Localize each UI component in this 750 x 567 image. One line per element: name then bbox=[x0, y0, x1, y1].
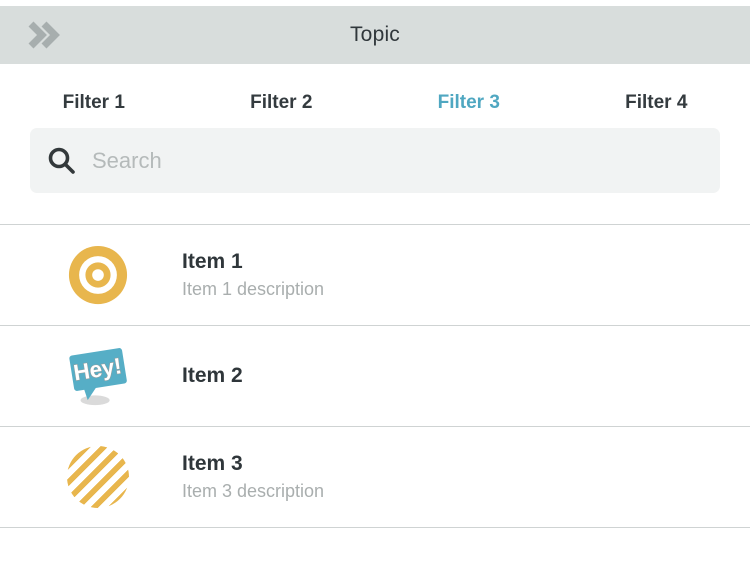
item-list: Item 1 Item 1 description Hey! Item 2 It… bbox=[0, 224, 750, 528]
striped-circle-icon bbox=[66, 445, 130, 509]
section-gap bbox=[0, 193, 750, 224]
item-title: Item 3 bbox=[182, 452, 324, 476]
item-description: Item 1 description bbox=[182, 279, 324, 300]
filter-tab-1[interactable]: Filter 1 bbox=[0, 92, 188, 114]
filter-tab-2[interactable]: Filter 2 bbox=[188, 92, 376, 114]
page-title: Topic bbox=[350, 23, 400, 47]
search-icon bbox=[47, 146, 77, 176]
list-item[interactable]: Item 3 Item 3 description bbox=[0, 427, 750, 528]
hey-speech-bubble-icon: Hey! bbox=[66, 344, 130, 408]
item-description: Item 3 description bbox=[182, 481, 324, 502]
footer-space bbox=[0, 528, 750, 567]
item-title: Item 1 bbox=[182, 250, 324, 274]
double-chevron-right-icon bbox=[28, 21, 62, 49]
header-bar: Topic bbox=[0, 6, 750, 64]
target-icon bbox=[66, 243, 130, 307]
filter-tabs: Filter 1 Filter 2 Filter 3 Filter 4 bbox=[0, 64, 750, 128]
list-item[interactable]: Item 1 Item 1 description bbox=[0, 225, 750, 326]
filter-tab-3[interactable]: Filter 3 bbox=[375, 92, 563, 114]
filter-tab-4[interactable]: Filter 4 bbox=[563, 92, 750, 114]
item-title: Item 2 bbox=[182, 364, 243, 388]
search-input[interactable] bbox=[92, 148, 720, 174]
collapse-panel-button[interactable] bbox=[28, 20, 62, 50]
list-item[interactable]: Hey! Item 2 bbox=[0, 326, 750, 427]
search-bar bbox=[30, 128, 720, 193]
